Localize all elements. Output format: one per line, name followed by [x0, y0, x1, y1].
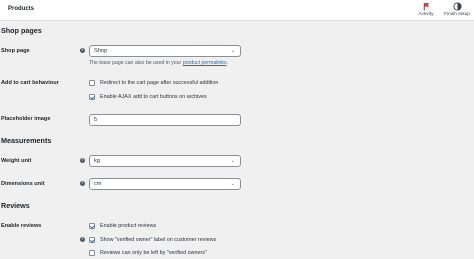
section-heading-measurements: Measurements [1, 136, 52, 145]
weight-unit-select[interactable]: kg ⌄ [89, 155, 241, 167]
redirect-to-cart-checkbox[interactable] [89, 80, 95, 86]
top-bar: Products Activity Finish setup [0, 0, 474, 21]
enable-product-reviews-option[interactable]: Enable product reviews [89, 222, 156, 230]
verified-owner-label-text: Show "verified owner" label on customer … [100, 237, 217, 243]
page-title: Products [8, 6, 35, 12]
verified-owners-only-text: Reviews can only be left by "verified ow… [100, 250, 207, 256]
weight-unit-label: Weight unit [1, 158, 32, 164]
flag-icon [423, 2, 429, 11]
shop-page-value: Shop [94, 48, 108, 54]
redirect-to-cart-option[interactable]: Redirect to the cart page after successf… [89, 79, 218, 87]
enable-product-reviews-checkbox[interactable] [89, 223, 95, 229]
section-heading-reviews: Reviews [1, 201, 30, 210]
shop-page-select[interactable]: Shop ⌄ [89, 45, 241, 57]
verified-owner-label-option[interactable]: Show "verified owner" label on customer … [89, 236, 216, 244]
enable-reviews-label: Enable reviews [1, 223, 42, 229]
placeholder-image-input[interactable]: 5 [89, 114, 241, 126]
finish-setup-label: Finish setup [444, 12, 470, 17]
placeholder-image-label: Placeholder image [1, 116, 51, 122]
weight-unit-value: kg [94, 158, 100, 164]
enable-product-reviews-text: Enable product reviews [100, 223, 157, 229]
verified-owners-only-checkbox[interactable] [89, 250, 95, 256]
shop-page-description: The base page can also be used in your p… [89, 60, 228, 66]
help-icon[interactable]: ? [80, 181, 85, 186]
add-to-cart-label: Add to cart behaviour [1, 80, 59, 86]
dimensions-unit-select[interactable]: cm ⌄ [89, 178, 241, 190]
dimensions-unit-value: cm [94, 181, 102, 187]
description-text: The base page can also be used in your [89, 60, 182, 66]
help-icon[interactable]: ? [80, 237, 85, 242]
verified-owner-label-checkbox[interactable] [89, 237, 95, 243]
ajax-add-to-cart-text: Enable AJAX add to cart buttons on archi… [100, 94, 207, 100]
chevron-down-icon: ⌄ [230, 181, 235, 187]
help-icon[interactable]: ? [80, 158, 85, 163]
ajax-add-to-cart-checkbox[interactable] [89, 94, 95, 100]
ajax-add-to-cart-option[interactable]: Enable AJAX add to cart buttons on archi… [89, 93, 207, 101]
activity-label: Activity [418, 12, 434, 17]
redirect-to-cart-text: Redirect to the cart page after successf… [100, 80, 219, 86]
shop-page-label: Shop page [1, 48, 30, 54]
finish-setup-button[interactable]: Finish setup [441, 2, 473, 19]
dimensions-unit-label: Dimensions unit [1, 181, 45, 187]
chevron-down-icon: ⌄ [230, 48, 235, 54]
progress-circle-icon [452, 2, 462, 11]
placeholder-image-value: 5 [94, 117, 98, 123]
description-period: . [226, 60, 229, 66]
chevron-down-icon: ⌄ [230, 158, 235, 164]
verified-owners-only-option[interactable]: Reviews can only be left by "verified ow… [89, 249, 207, 257]
section-heading-shop-pages: Shop pages [1, 26, 42, 35]
help-icon[interactable]: ? [80, 48, 85, 53]
product-permalinks-link[interactable]: product permalinks [183, 60, 227, 66]
activity-button[interactable]: Activity [410, 2, 442, 19]
